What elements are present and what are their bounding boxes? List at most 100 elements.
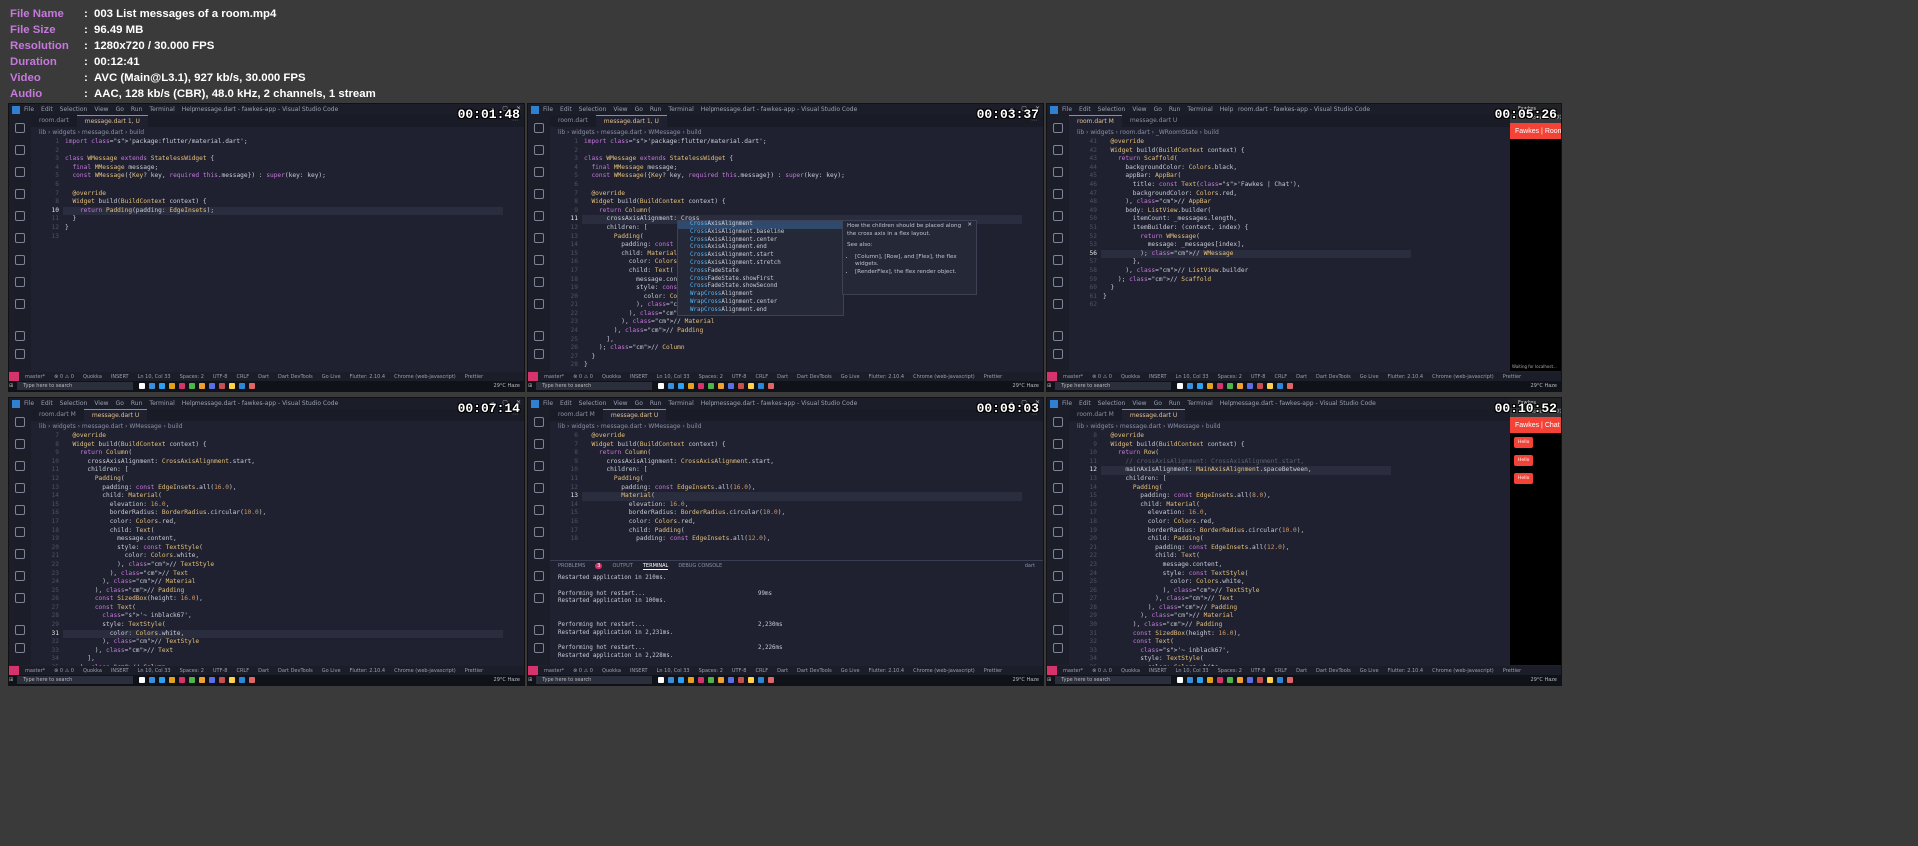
run-debug-icon[interactable] bbox=[534, 189, 544, 199]
taskbar-app-icon[interactable] bbox=[1207, 383, 1214, 389]
code-line[interactable]: padding: const EdgeInsets.all(16.0), bbox=[65, 484, 266, 493]
status-item[interactable]: Spaces: 2 bbox=[699, 374, 723, 380]
editor-tab[interactable]: room.dart bbox=[550, 115, 596, 127]
code-line[interactable]: Widget build(BuildContext context) { bbox=[1103, 147, 1301, 156]
code-line[interactable]: ), class="cm">// Text bbox=[65, 647, 266, 656]
code-line[interactable] bbox=[1103, 301, 1301, 310]
menu-item[interactable]: Go bbox=[116, 400, 124, 407]
taskbar-app-icon[interactable] bbox=[728, 383, 735, 389]
status-item[interactable]: Dart bbox=[1296, 374, 1307, 380]
status-item[interactable]: Chrome (web-javascript) bbox=[913, 374, 975, 380]
code-line[interactable]: ); class="cm">// Scaffold bbox=[1103, 276, 1301, 285]
testing-icon[interactable] bbox=[534, 255, 544, 265]
status-item[interactable]: Spaces: 2 bbox=[1218, 668, 1242, 674]
breadcrumb[interactable]: lib › widgets › message.dart › WMessage … bbox=[1077, 423, 1221, 430]
code-line[interactable]: padding: const EdgeInsets.all(16.0), bbox=[584, 484, 785, 493]
status-item[interactable]: Flutter: 2.10.4 bbox=[350, 374, 386, 380]
status-item[interactable]: Dart DevTools bbox=[1316, 374, 1351, 380]
code-line[interactable]: elevation: 16.0, bbox=[584, 501, 785, 510]
code-line[interactable]: final MMessage message; bbox=[65, 164, 326, 173]
code-line[interactable] bbox=[65, 181, 326, 190]
explorer-icon[interactable] bbox=[534, 123, 544, 133]
code-line[interactable]: Padding( bbox=[1103, 484, 1312, 493]
code-line[interactable]: } bbox=[584, 353, 845, 362]
status-item[interactable]: CRLF bbox=[1274, 668, 1287, 674]
source-control-icon[interactable] bbox=[534, 461, 544, 471]
code-line[interactable]: return WMessage( bbox=[1103, 233, 1301, 242]
docker-icon[interactable] bbox=[1053, 277, 1063, 287]
suggestion-item[interactable]: CrossAxisAlignment.stretch bbox=[678, 260, 843, 268]
code-line[interactable]: } bbox=[1103, 284, 1301, 293]
status-item[interactable]: Flutter: 2.10.4 bbox=[1388, 374, 1424, 380]
status-item[interactable]: ⊗ 0 ⚠ 0 bbox=[54, 374, 74, 380]
taskbar-app-icon[interactable] bbox=[768, 383, 775, 389]
menu-item[interactable]: Run bbox=[1169, 400, 1181, 407]
code-line[interactable]: class="s">'~ inblack67', bbox=[1103, 647, 1312, 656]
menu-item[interactable]: Terminal bbox=[149, 106, 174, 113]
menu-item[interactable]: Help bbox=[1220, 400, 1234, 407]
accounts-icon[interactable] bbox=[534, 625, 544, 635]
code-line[interactable]: body: ListView.builder( bbox=[1103, 207, 1301, 216]
explorer-icon[interactable] bbox=[1053, 123, 1063, 133]
status-item[interactable]: UTF-8 bbox=[732, 374, 747, 380]
code-line[interactable]: ), class="cm">// Material bbox=[584, 318, 845, 327]
windows-start-icon[interactable]: ⊞ bbox=[528, 383, 532, 389]
code-line[interactable]: mainAxisAlignment: MainAxisAlignment.spa… bbox=[1103, 466, 1311, 475]
code-line[interactable]: @override bbox=[65, 190, 326, 199]
code-line[interactable]: style: TextStyle( bbox=[1103, 655, 1312, 664]
taskbar-app-icon[interactable] bbox=[758, 383, 765, 389]
taskbar-app-icon[interactable] bbox=[1257, 383, 1264, 389]
remote-icon[interactable] bbox=[534, 233, 544, 243]
taskbar-app-icon[interactable] bbox=[1287, 383, 1294, 389]
taskbar-app-icon[interactable] bbox=[708, 383, 715, 389]
status-item[interactable]: INSERT bbox=[1149, 668, 1167, 674]
code-line[interactable]: @override bbox=[584, 190, 845, 199]
taskbar-app-icon[interactable] bbox=[1277, 383, 1284, 389]
status-item[interactable]: ⊗ 0 ⚠ 0 bbox=[573, 374, 593, 380]
code-line[interactable]: crossAxisAlignment: CrossAxisAlignment.s… bbox=[584, 458, 785, 467]
status-item[interactable]: Go Live bbox=[841, 374, 860, 380]
taskbar-app-icon[interactable] bbox=[139, 383, 146, 389]
taskbar-app-icon[interactable] bbox=[748, 383, 755, 389]
gear-icon[interactable] bbox=[15, 643, 25, 653]
remote-icon[interactable] bbox=[534, 527, 544, 537]
accounts-icon[interactable] bbox=[15, 331, 25, 341]
windows-start-icon[interactable]: ⊞ bbox=[9, 383, 13, 389]
suggestion-item[interactable]: CrossFadeState.showFirst bbox=[678, 276, 843, 284]
code-line[interactable]: ), class="cm">// Padding bbox=[1103, 621, 1312, 630]
status-item[interactable]: Ln 10, Col 33 bbox=[657, 668, 690, 674]
taskbar-app-icon[interactable] bbox=[1217, 383, 1224, 389]
status-item[interactable]: Dart bbox=[777, 668, 788, 674]
status-item[interactable]: master* bbox=[544, 668, 564, 674]
taskbar-app-icon[interactable] bbox=[149, 383, 156, 389]
code-line[interactable]: child: Text( bbox=[1103, 552, 1312, 561]
autocomplete-list[interactable]: CrossAxisAlignment CrossAxisAlignment.bas… bbox=[677, 220, 844, 316]
code-line[interactable]: const WMessage({Key? key, required this.… bbox=[65, 172, 325, 181]
status-item[interactable]: Dart DevTools bbox=[797, 374, 832, 380]
testing-icon[interactable] bbox=[534, 549, 544, 559]
editor-tab[interactable]: message.dart U bbox=[1122, 115, 1185, 127]
gear-icon[interactable] bbox=[15, 349, 25, 359]
code-line[interactable]: Padding( bbox=[65, 475, 266, 484]
code-line[interactable]: style: const TextStyle( bbox=[65, 544, 266, 553]
status-item[interactable]: Go Live bbox=[841, 668, 860, 674]
code-line[interactable]: Material( bbox=[584, 492, 785, 501]
code-line[interactable]: backgroundColor: Colors.black, bbox=[1103, 164, 1301, 173]
code-line[interactable]: padding: const EdgeInsets.all(12.0), bbox=[584, 535, 785, 544]
extensions-icon[interactable] bbox=[1053, 505, 1063, 515]
status-item[interactable]: UTF-8 bbox=[1251, 668, 1266, 674]
status-item[interactable]: UTF-8 bbox=[213, 374, 228, 380]
code-line[interactable]: Widget build(BuildContext context) { bbox=[584, 441, 785, 450]
suggestion-item[interactable]: WrapCrossAlignment.end bbox=[678, 307, 843, 315]
status-item[interactable]: ⊗ 0 ⚠ 0 bbox=[573, 668, 593, 674]
status-item[interactable]: Prettier bbox=[465, 668, 483, 674]
status-item[interactable]: CRLF bbox=[1274, 374, 1287, 380]
code-editor[interactable]: 7 8 9 10 11 12 13 14 15 16 17 18 19 20 21 22 23 24 25 26 27 2… bbox=[31, 432, 503, 680]
taskbar-search[interactable]: Type here to search bbox=[536, 382, 653, 390]
status-item[interactable]: Chrome (web-javascript) bbox=[394, 668, 456, 674]
code-line[interactable]: ), class="cm">// Text bbox=[1103, 595, 1312, 604]
menu-item[interactable]: Terminal bbox=[668, 106, 693, 113]
menu-item[interactable]: Edit bbox=[41, 106, 53, 113]
status-item[interactable]: Dart bbox=[777, 374, 788, 380]
code-line[interactable]: children: [ bbox=[584, 466, 785, 475]
